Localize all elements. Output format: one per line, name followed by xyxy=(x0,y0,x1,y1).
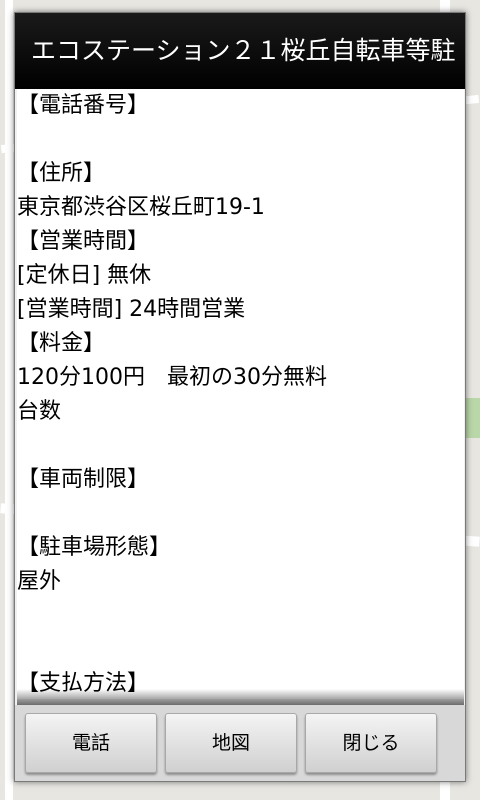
content-line: 東京都渋谷区桜丘町19-1 xyxy=(17,195,265,220)
scroll-fade-edge xyxy=(17,689,464,705)
content-line xyxy=(17,633,464,667)
content-line: [定休日] 無休 xyxy=(17,263,152,288)
dialog-button-bar: 電話 地図 閉じる xyxy=(15,705,465,781)
content-line: 【車両制限】 xyxy=(17,467,150,492)
content-line xyxy=(17,497,464,531)
content-line: 【料金】 xyxy=(17,331,106,356)
content-line: 【営業時間】 xyxy=(17,229,150,254)
parking-detail-dialog: エコステーション２１桜丘自転車等駐 【電話番号】 【住所】 東京都渋谷区桜丘町1… xyxy=(14,12,466,782)
map-road xyxy=(5,0,13,800)
map-button[interactable]: 地図 xyxy=(165,713,297,773)
map-park-area xyxy=(466,398,480,438)
close-button[interactable]: 閉じる xyxy=(305,713,437,773)
content-line: 【住所】 xyxy=(17,161,106,186)
content-line: 120分100円 最初の30分無料 xyxy=(17,365,327,390)
content-line xyxy=(17,123,464,157)
content-line xyxy=(17,429,464,463)
content-line xyxy=(17,599,464,633)
content-line: 【駐車場形態】 xyxy=(17,535,172,560)
content-line: 屋外 xyxy=(17,569,62,594)
dialog-title: エコステーション２１桜丘自転車等駐 xyxy=(15,13,465,89)
call-button[interactable]: 電話 xyxy=(25,713,157,773)
dialog-content[interactable]: 【電話番号】 【住所】 東京都渋谷区桜丘町19-1 【営業時間】 [定休日] 無… xyxy=(17,89,464,699)
content-line: 台数 xyxy=(17,399,62,424)
content-line: 【電話番号】 xyxy=(17,93,150,118)
content-line: [営業時間] 24時間営業 xyxy=(17,297,246,322)
